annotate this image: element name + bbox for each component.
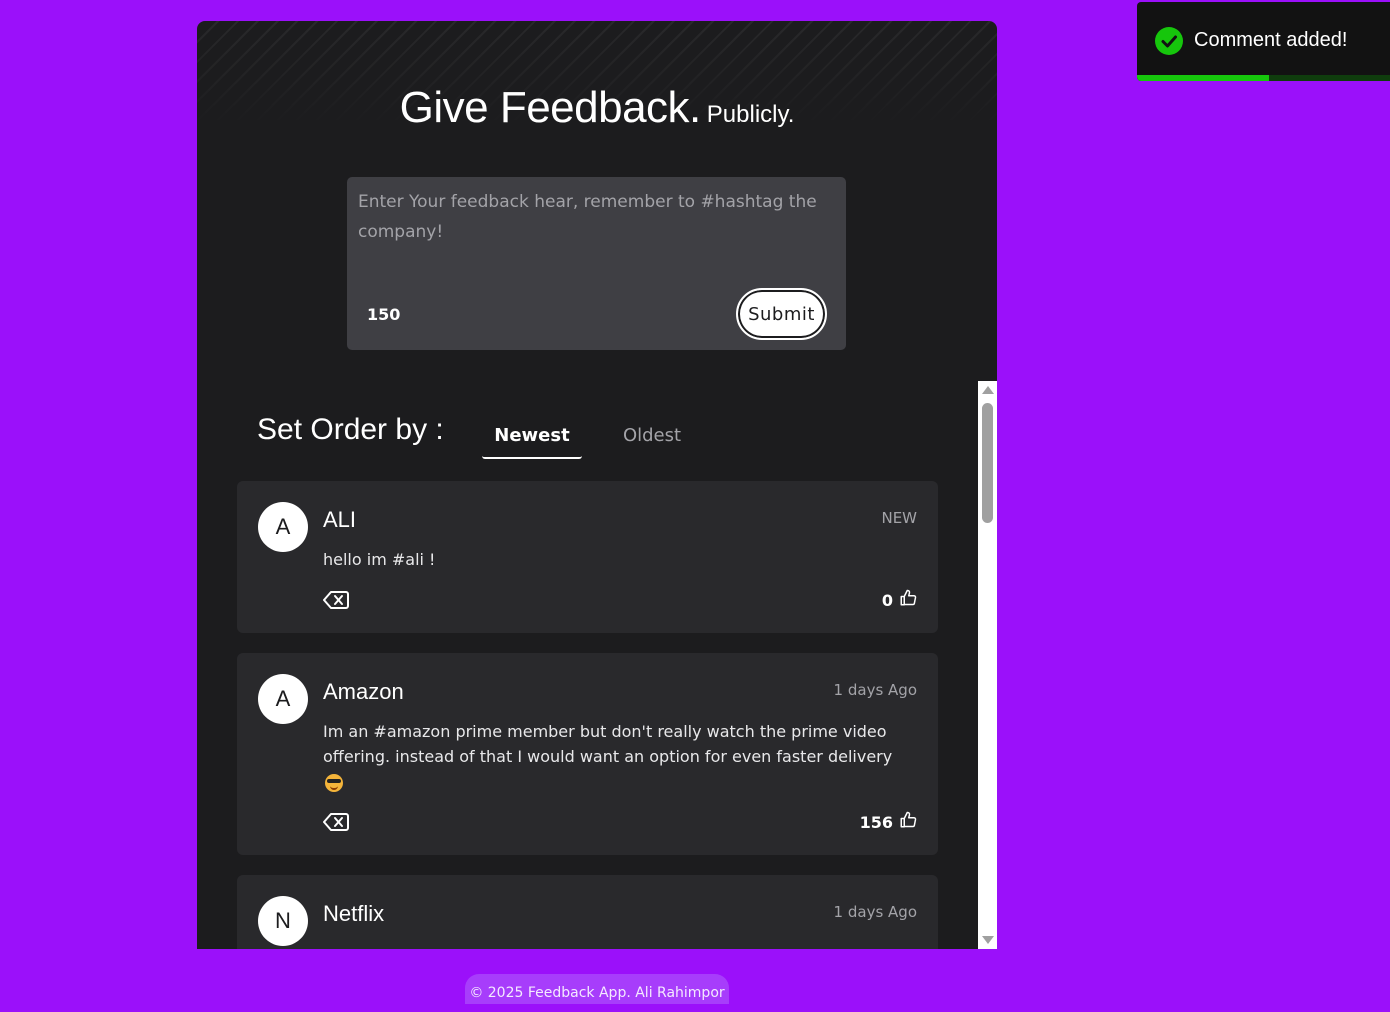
feedback-text-content: Im an #amazon prime member but don't rea… — [323, 722, 893, 766]
check-icon — [1155, 27, 1183, 55]
feedback-card: N Netflix 1 days Ago — [237, 875, 938, 949]
title-main: Give Feedback. — [399, 83, 702, 132]
sunglasses-emoji-icon — [325, 773, 343, 792]
company-name: Amazon — [323, 679, 404, 704]
feedback-app-panel: Give Feedback.Publicly. 150 Submit Set O… — [197, 21, 997, 949]
feedback-list-scrollbar[interactable] — [978, 381, 997, 949]
title-sub: Publicly. — [706, 101, 795, 128]
timestamp: 1 days Ago — [833, 681, 917, 699]
toast-notification[interactable]: Comment added! — [1137, 2, 1390, 81]
avatar: A — [258, 502, 308, 552]
scroll-up-arrow-icon[interactable] — [982, 386, 994, 394]
delete-icon[interactable] — [323, 812, 349, 832]
feedback-card: A Amazon 1 days Ago Im an #amazon prime … — [237, 653, 938, 855]
upvote-count: 156 — [859, 812, 893, 832]
avatar: A — [258, 674, 308, 724]
feedback-card: A ALI NEW hello im #ali ! 0 — [237, 481, 938, 633]
footer: © 2025 Feedback App. Ali Rahimpor — [465, 974, 729, 1004]
thumbs-up-icon — [899, 811, 917, 833]
company-name: ALI — [323, 507, 357, 532]
upvote-count: 0 — [881, 590, 893, 610]
thumbs-up-icon — [899, 589, 917, 611]
timestamp: 1 days Ago — [833, 903, 917, 921]
feedback-text-content: hello im #ali ! — [323, 550, 436, 569]
toast-progress-track — [1137, 75, 1390, 81]
timestamp: NEW — [881, 509, 917, 527]
footer-text: © 2025 Feedback App. Ali Rahimpor — [469, 985, 725, 1001]
company-name: Netflix — [323, 901, 385, 926]
upvote-button[interactable]: 0 — [882, 589, 917, 611]
scroll-thumb[interactable] — [982, 403, 993, 523]
feedback-text: Im an #amazon prime member but don't rea… — [323, 719, 915, 794]
feedback-text: hello im #ali ! — [323, 547, 915, 572]
order-label: Set Order by : — [257, 413, 444, 446]
avatar: N — [258, 896, 308, 946]
toast-progress-fill — [1137, 75, 1269, 81]
char-counter: 150 — [367, 305, 401, 324]
delete-icon[interactable] — [323, 590, 349, 610]
tab-oldest[interactable]: Oldest — [612, 425, 692, 459]
upvote-button[interactable]: 156 — [860, 811, 917, 833]
submit-button[interactable]: Submit — [736, 288, 827, 340]
scroll-down-arrow-icon[interactable] — [982, 936, 994, 944]
toast-message: Comment added! — [1194, 29, 1348, 51]
feedback-form: 150 Submit — [347, 177, 846, 350]
feedback-input[interactable] — [347, 177, 846, 287]
page-title: Give Feedback. Publicly. — [197, 83, 997, 133]
tab-newest[interactable]: Newest — [482, 425, 582, 459]
